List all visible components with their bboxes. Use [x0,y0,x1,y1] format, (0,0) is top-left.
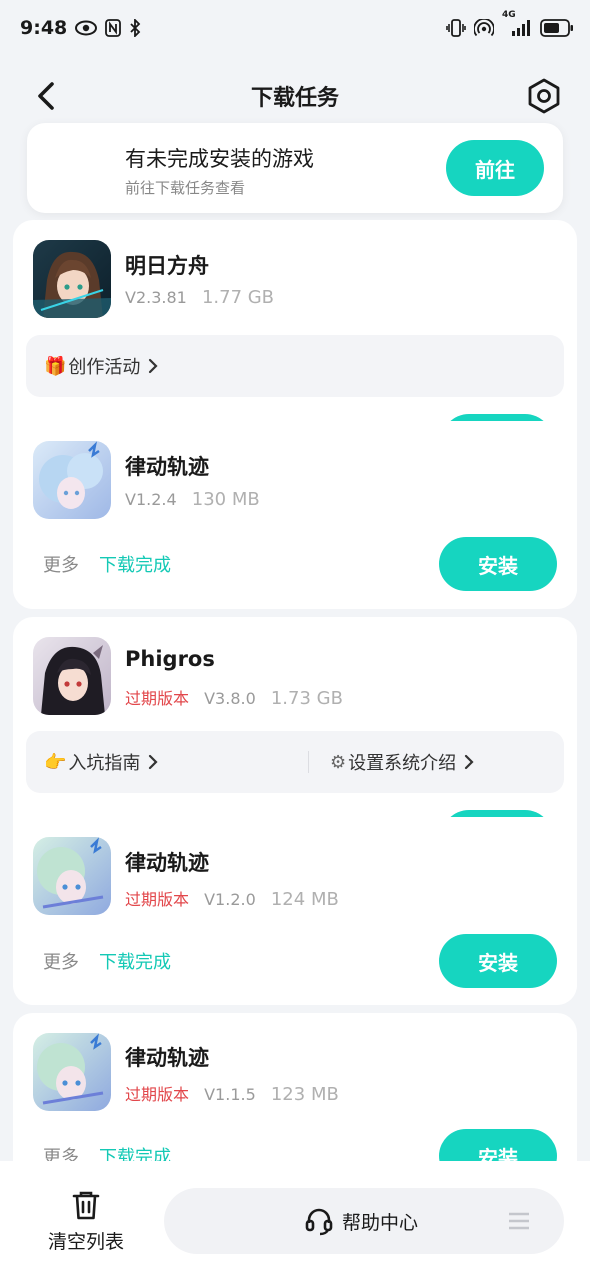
app-name: Phigros [125,647,215,671]
app-version: V3.8.0 [204,689,256,708]
clear-list-button[interactable]: 清空列表 [40,1189,132,1259]
app-meta: V2.3.81 1.77 GB [125,287,274,308]
app-version: V1.1.5 [204,1085,256,1104]
app-meta: 过期版本 V3.8.0 1.73 GB [125,685,343,709]
expired-tag: 过期版本 [125,689,190,708]
go-button[interactable]: 前往 [446,140,544,196]
eye-icon [75,20,98,36]
status-right: 4G [446,10,574,37]
download-status: 下载完成 [99,555,171,576]
chevron-right-icon [149,358,158,374]
nav-bar: 下载任务 [0,66,590,126]
nfc-icon [105,19,122,37]
back-button[interactable] [28,78,64,114]
hotspot-icon [474,19,494,37]
app-version: V1.2.4 [125,490,177,509]
battery-icon [540,19,574,37]
expired-tag: 过期版本 [125,1085,190,1104]
link-beginner-guide[interactable]: 👉 入坑指南 [44,749,160,775]
app-version: V2.3.81 [125,288,187,307]
status-left: 9:48 [20,17,141,39]
app-size: 123 MB [270,1084,339,1105]
status-bar: 9:48 4G [0,0,590,56]
install-button[interactable]: 安装 [439,934,557,988]
app-meta: 过期版本 V1.1.5 123 MB [125,1081,339,1105]
app-name: 明日方舟 [125,254,209,278]
app-size: 1.77 GB [201,287,275,308]
trash-icon [72,1191,100,1220]
app-size: 124 MB [270,889,339,910]
incomplete-install-banner: 有未完成安装的游戏 前往下载任务查看 前往 [27,123,563,213]
hexagon-gear-icon [528,78,560,114]
banner-title: 有未完成安装的游戏 [125,147,314,171]
info-bar: 👉 入坑指南 ⚙ 设置系统介绍 [26,731,564,793]
app-name: 律动轨迹 [125,851,209,875]
game-group-phigros: Phigros 过期版本 V3.8.0 1.73 GB 👉 入坑指南 ⚙ 设置系… [13,617,577,1005]
menu-icon [509,1212,529,1230]
app-meta: V1.2.4 130 MB [125,489,260,510]
app-version: V1.2.0 [204,890,256,909]
link-label: 创作活动 [68,357,141,378]
chevron-right-icon [149,754,158,770]
app-icon-rhythm-trail[interactable] [33,837,111,915]
help-center-label: 帮助中心 [342,1211,419,1234]
download-status: 下载完成 [99,952,171,973]
more-button[interactable]: 更多 [43,551,79,577]
status-time: 9:48 [20,17,68,39]
network-label: 4G [502,10,516,20]
bottom-bar: 清空列表 帮助中心 [0,1161,590,1280]
signal-4g-icon: 4G [502,10,532,37]
app-name: 律动轨迹 [125,455,209,479]
bluetooth-icon [129,19,141,37]
divider [308,751,309,773]
help-center-content: 帮助中心 [304,1206,418,1236]
link-creation-event[interactable]: 🎁 创作活动 [44,353,160,379]
child-item: 律动轨迹 过期版本 V1.2.0 124 MB 更多 下载完成 安装 [13,817,577,1005]
chevron-left-icon [38,82,54,110]
app-icon-arknights[interactable] [33,240,111,318]
app-icon-rhythm-trail[interactable] [33,441,111,519]
game-group-arknights: 明日方舟 V2.3.81 1.77 GB 🎁 创作活动 律动轨迹 V1.2.4 [13,220,577,609]
link-system-intro[interactable]: ⚙ 设置系统介绍 [330,749,476,775]
app-name: 律动轨迹 [125,1046,209,1070]
vibrate-icon [446,19,466,37]
gift-icon: 🎁 [44,355,67,377]
app-icon-phigros[interactable] [33,637,111,715]
link-label: 设置系统介绍 [348,753,457,774]
banner-subtitle: 前往下载任务查看 [125,179,246,197]
clear-list-label: 清空列表 [47,1231,124,1253]
app-size: 1.73 GB [270,688,343,709]
info-bar: 🎁 创作活动 [26,335,564,397]
install-button[interactable]: 安装 [439,537,557,591]
app-meta: 过期版本 V1.2.0 124 MB [125,886,339,910]
app-size: 130 MB [191,489,260,510]
page-title: 下载任务 [250,86,339,111]
child-item: 律动轨迹 V1.2.4 130 MB 更多 下载完成 安装 [13,421,577,609]
chevron-right-icon [465,754,474,770]
settings-button[interactable] [524,76,564,116]
pointing-hand-icon: 👉 [44,751,67,773]
link-label: 入坑指南 [68,753,141,774]
headset-icon [305,1208,333,1236]
help-center-button[interactable]: 帮助中心 [164,1188,564,1254]
more-button[interactable]: 更多 [43,948,79,974]
app-icon-rhythm-trail[interactable] [33,1033,111,1111]
gear-icon: ⚙ [330,751,347,773]
expired-tag: 过期版本 [125,890,190,909]
